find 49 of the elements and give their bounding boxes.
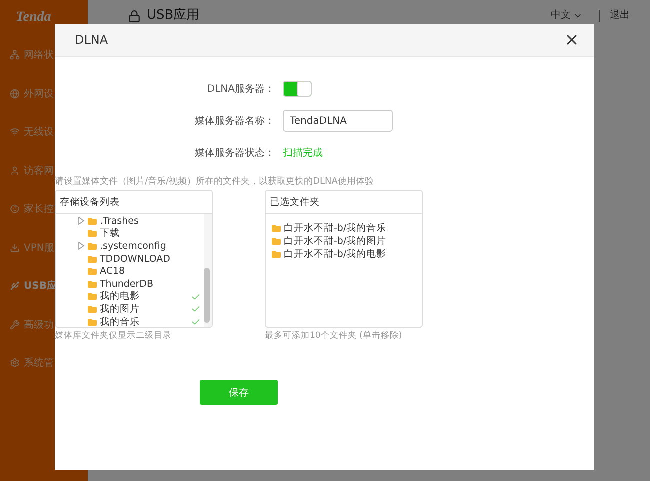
folder-icon (88, 293, 97, 300)
folder-icon (88, 318, 97, 326)
folder-icon (88, 280, 97, 288)
folder-icon (88, 242, 97, 250)
tree-item[interactable]: ThunderDB (56, 278, 204, 291)
folder-icon (88, 268, 97, 276)
tree-item[interactable]: 我的音乐 (56, 316, 204, 327)
tree-item[interactable]: 我的图片 (56, 303, 204, 316)
hint-text: 请设置媒体文件（图片/音乐/视频）所在的文件夹，以获取更快的DLNA使用体验 (55, 177, 374, 187)
folder-icon (272, 238, 281, 245)
lock-icon (128, 10, 141, 22)
note-text: 媒体库文件夹仅显示二级目录 (55, 330, 173, 342)
wrench-icon (10, 320, 20, 330)
scrollbar[interactable] (204, 214, 212, 327)
selected-folder-item[interactable]: 白开水不甜-b/我的音乐 (272, 222, 422, 235)
brand-logo: Tenda (15, 9, 52, 27)
expand-icon[interactable] (78, 242, 85, 250)
selected-folder-item[interactable]: 白开水不甜-b/我的电影 (272, 248, 422, 261)
expand-icon[interactable] (78, 217, 85, 226)
settings-icon (10, 358, 20, 368)
page-title: USB应用 (147, 9, 200, 23)
person-icon (10, 166, 20, 176)
download-icon (10, 242, 20, 253)
tree-item[interactable]: .Trashes (56, 215, 204, 228)
field-label: 媒体服务器名称： (194, 115, 276, 128)
folder-icon (88, 230, 97, 238)
panel-title: 存储设备列表 (56, 191, 212, 214)
input-field[interactable]: TendaDLNA (283, 110, 393, 132)
folder-icon (88, 306, 97, 313)
baby-icon (10, 204, 20, 214)
folder-icon (272, 251, 281, 258)
dialog-title: DLNA (75, 33, 108, 47)
globe-icon (10, 88, 20, 99)
field-label: 媒体服务器状态： (194, 146, 276, 160)
panel-title: 已选文件夹 (266, 191, 422, 214)
logout-link[interactable]: 退出 (599, 10, 630, 22)
language-select[interactable]: 中文 (551, 10, 583, 22)
status-text: 扫描完成 (283, 146, 323, 160)
folder-icon (88, 256, 97, 263)
folder-icon (88, 218, 97, 225)
note-text: 最多可添加10个文件夹 (单击移除) (265, 330, 404, 342)
field-label: DLNA服务器： (206, 83, 276, 96)
tree-item[interactable]: AC18 (56, 265, 204, 278)
toggle-switch[interactable] (283, 81, 312, 97)
selected-folder-item[interactable]: 白开水不甜-b/我的图片 (272, 235, 422, 248)
folder-icon (272, 225, 281, 232)
tree-item[interactable]: 我的电影 (56, 290, 204, 304)
usb-icon (10, 281, 20, 292)
network-icon (10, 50, 20, 60)
